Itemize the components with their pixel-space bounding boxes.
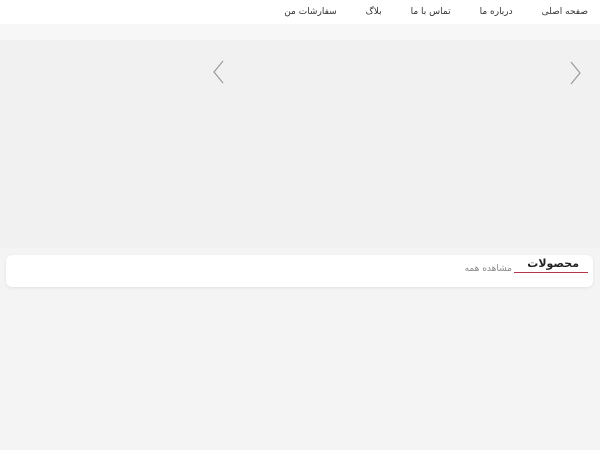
view-all-link[interactable]: مشاهده همه bbox=[465, 264, 512, 274]
top-navbar: صفحه اصلی درباره ما تماس با ما بلاگ سفار… bbox=[0, 0, 600, 24]
nav-item-home[interactable]: صفحه اصلی bbox=[542, 7, 588, 17]
nav-item-my-orders[interactable]: سفارشات من bbox=[284, 7, 336, 17]
nav-item-contact[interactable]: تماس با ما bbox=[411, 7, 451, 17]
title-underline bbox=[514, 272, 588, 273]
main-nav: صفحه اصلی درباره ما تماس با ما بلاگ سفار… bbox=[284, 0, 588, 24]
chevron-right-icon bbox=[570, 61, 581, 85]
chevron-left-icon bbox=[213, 60, 224, 84]
slider-prev-button[interactable] bbox=[211, 60, 225, 84]
hero-slider bbox=[0, 40, 600, 248]
slider-next-button[interactable] bbox=[569, 61, 583, 85]
nav-item-blog[interactable]: بلاگ bbox=[366, 7, 382, 17]
products-section-header: محصولات مشاهده همه bbox=[6, 255, 593, 287]
nav-item-about[interactable]: درباره ما bbox=[480, 7, 513, 17]
header-divider-strip bbox=[0, 24, 600, 40]
products-title: محصولات bbox=[527, 257, 579, 270]
